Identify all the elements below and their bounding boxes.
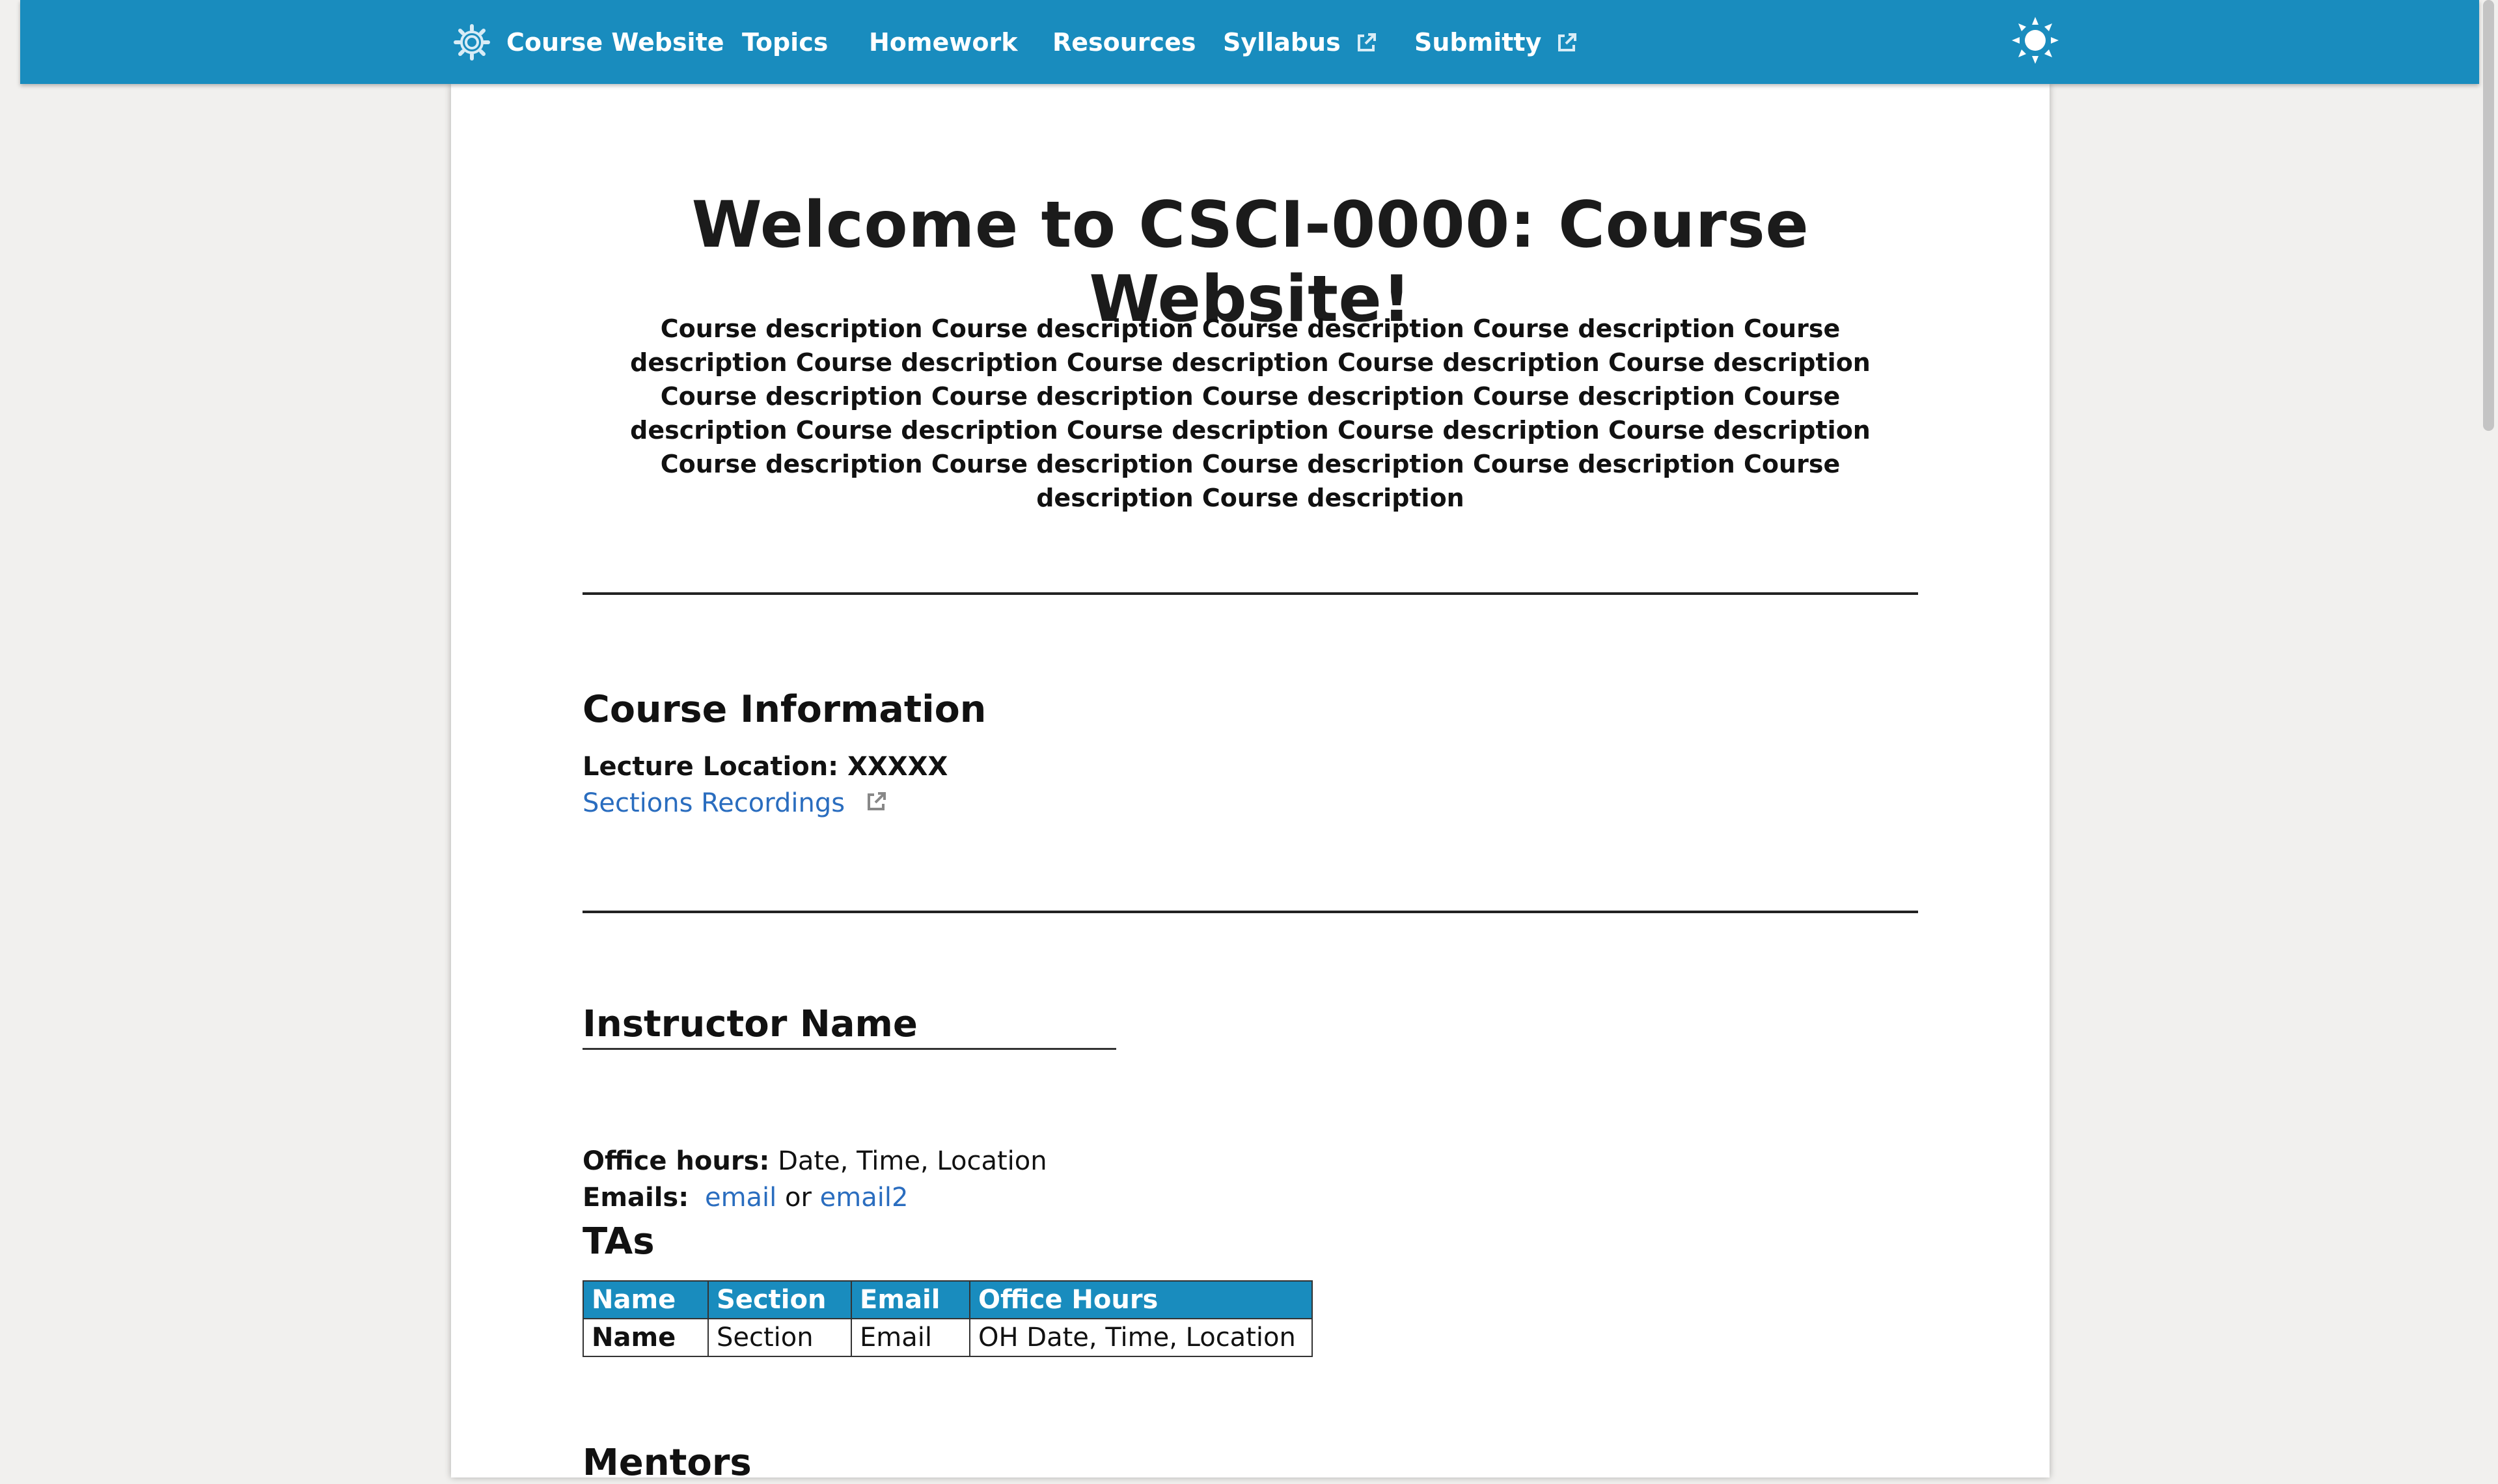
external-link-icon — [865, 790, 888, 819]
lecture-location: Lecture Location: XXXXX — [583, 752, 948, 782]
nav-submitty-label: Submitty — [1414, 27, 1542, 57]
brand-label: Course Website — [506, 27, 724, 57]
nav-homework[interactable]: Homework — [869, 0, 1018, 84]
table-cell: OH Date, Time, Location — [969, 1318, 1313, 1357]
nav-topics-label: Topics — [742, 27, 829, 57]
course-info-heading: Course Information — [583, 688, 987, 731]
column-header: Email — [851, 1280, 970, 1319]
tas-table: Name Section Email Office Hours Name Sec… — [583, 1280, 1313, 1357]
email2-link[interactable]: email2 — [820, 1183, 909, 1213]
nav-syllabus[interactable]: Syllabus — [1223, 0, 1379, 84]
column-header: Office Hours — [969, 1280, 1313, 1319]
nav-homework-label: Homework — [869, 27, 1018, 57]
table-cell: Section — [707, 1318, 852, 1357]
table-header-row: Name Section Email Office Hours — [583, 1280, 1313, 1319]
sections-recordings-link[interactable]: Sections Recordings — [583, 788, 845, 818]
divider — [583, 911, 1918, 913]
external-link-icon — [1355, 31, 1379, 54]
main-page: Welcome to CSCI-0000: Course Website! Co… — [451, 84, 2050, 1484]
nav-resources-label: Resources — [1052, 27, 1196, 57]
nav-syllabus-label: Syllabus — [1223, 27, 1341, 57]
table-row: Name Section Email OH Date, Time, Locati… — [583, 1318, 1313, 1357]
table-cell: Name — [583, 1318, 709, 1357]
nav-submitty[interactable]: Submitty — [1414, 0, 1579, 84]
scrollbar[interactable] — [2479, 0, 2498, 1477]
nav-brand[interactable]: Course Website — [453, 0, 724, 84]
emails-label: Emails: — [583, 1183, 689, 1213]
lecture-location-value: XXXXX — [847, 752, 948, 782]
column-header: Section — [707, 1280, 852, 1319]
theme-toggle-button[interactable] — [2007, 13, 2064, 70]
sun-icon — [2011, 16, 2060, 68]
office-hours-label: Office hours: — [583, 1146, 770, 1176]
scrollbar-thumb[interactable] — [2483, 0, 2494, 431]
lecture-location-label: Lecture Location: — [583, 752, 839, 782]
tas-heading: TAs — [583, 1220, 655, 1263]
course-description-text: Course description Course description Co… — [630, 314, 1871, 512]
or-text: or — [784, 1183, 812, 1213]
office-hours-value: Date, Time, Location — [778, 1146, 1047, 1176]
office-hours-line: Office hours: Date, Time, Location — [583, 1146, 1047, 1176]
email-link[interactable]: email — [705, 1183, 776, 1213]
emails-line: Emails: email or email2 — [583, 1183, 908, 1213]
recordings-line: Sections Recordings — [583, 788, 888, 819]
gear-icon — [453, 23, 491, 61]
column-header: Name — [583, 1280, 709, 1319]
divider — [583, 592, 1918, 595]
instructor-name: Instructor Name — [583, 1003, 1116, 1050]
external-link-icon — [1556, 31, 1579, 54]
nav-resources[interactable]: Resources — [1052, 0, 1196, 84]
course-description: Course description Course description Co… — [583, 312, 1918, 515]
top-navbar: Course Website Topics Homework Resources… — [20, 0, 2479, 84]
nav-topics[interactable]: Topics — [742, 0, 828, 84]
table-cell: Email — [851, 1318, 970, 1357]
mentors-heading: Mentors — [583, 1442, 752, 1484]
